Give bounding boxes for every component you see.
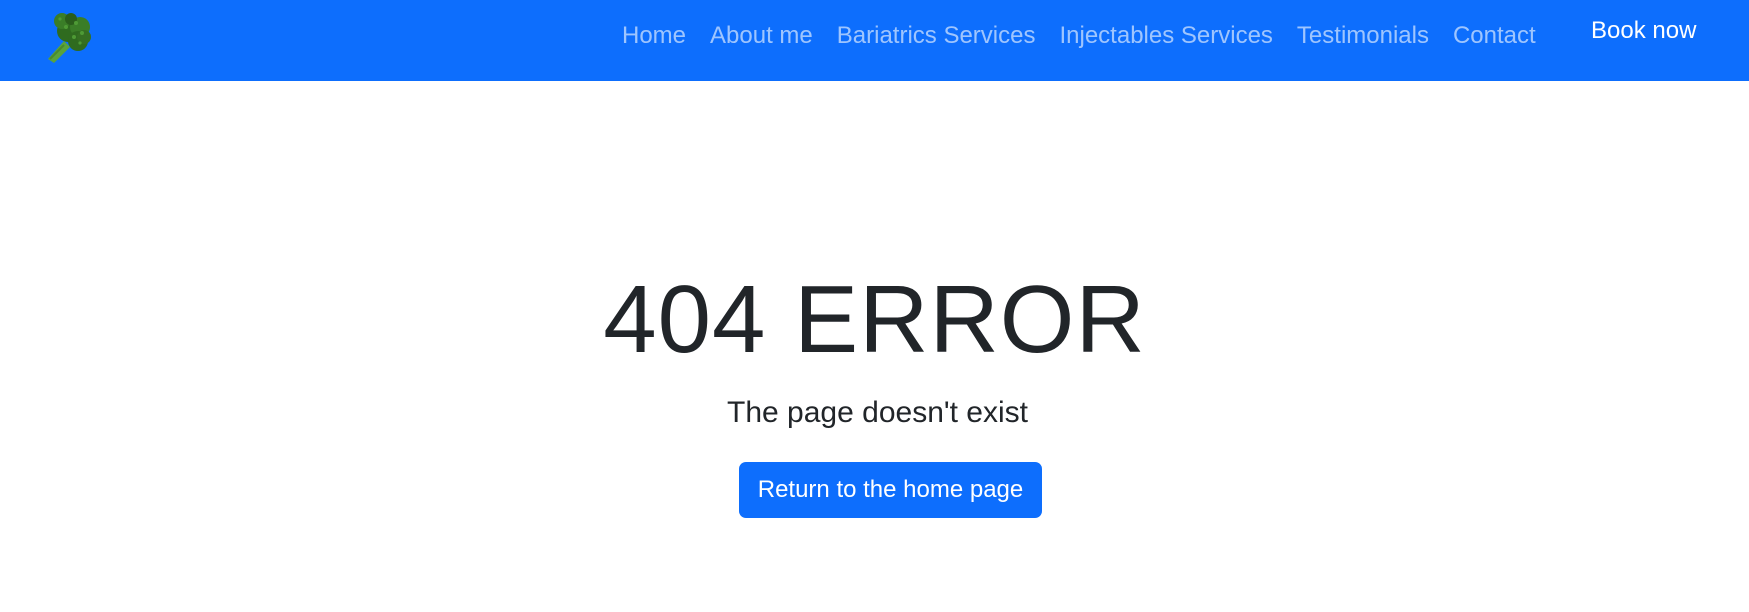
page-title: 404 ERROR (603, 266, 1146, 373)
main-nav: Home About me Bariatrics Services Inject… (600, 0, 1560, 72)
book-now-button[interactable]: Book now (1591, 17, 1696, 45)
broccoli-icon[interactable] (40, 9, 96, 65)
nav-link-about-me[interactable]: About me (710, 22, 813, 50)
nav-link-testimonials[interactable]: Testimonials (1297, 22, 1429, 50)
error-content: 404 ERROR The page doesn't exist Return … (0, 81, 1749, 612)
error-message: The page doesn't exist (727, 396, 1028, 429)
nav-link-contact[interactable]: Contact (1453, 22, 1536, 50)
nav-link-injectables-services[interactable]: Injectables Services (1059, 22, 1272, 50)
top-navbar: Home About me Bariatrics Services Inject… (0, 0, 1749, 81)
return-home-button[interactable]: Return to the home page (739, 462, 1042, 518)
nav-link-bariatrics-services[interactable]: Bariatrics Services (837, 22, 1036, 50)
nav-link-home[interactable]: Home (622, 22, 686, 50)
